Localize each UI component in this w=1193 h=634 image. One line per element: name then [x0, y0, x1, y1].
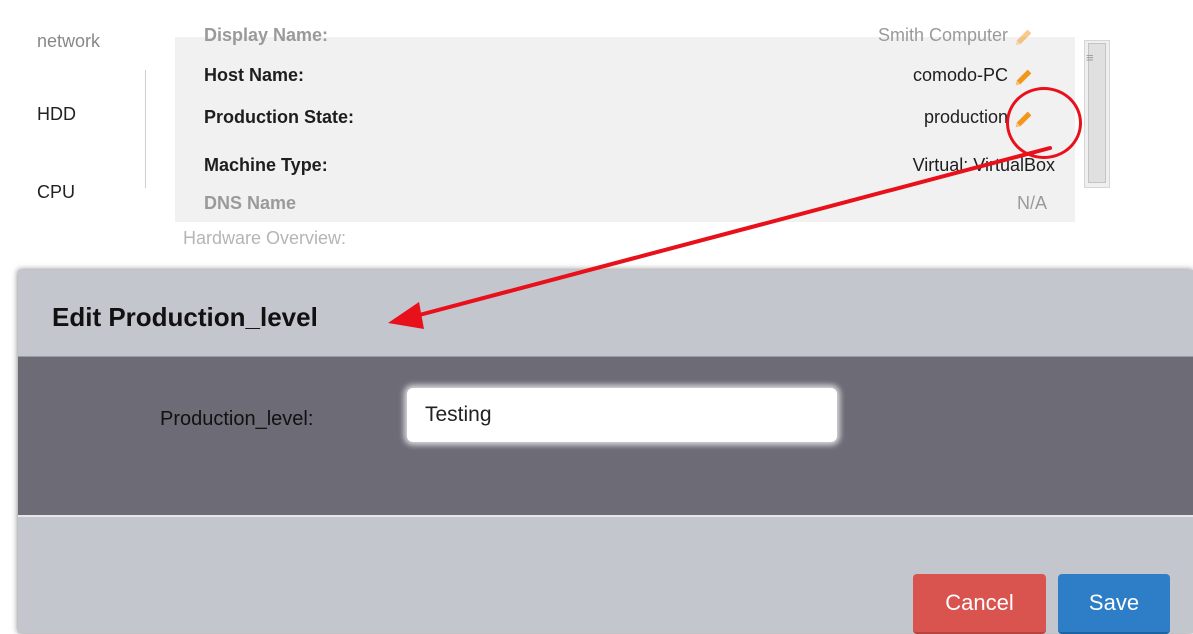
production-level-label: Production_level: [160, 408, 314, 430]
info-value: N/A [1016, 193, 1047, 213]
dialog-header: Edit Production_level [18, 270, 1193, 357]
callout-circle [1006, 87, 1082, 159]
production-level-input[interactable] [407, 388, 837, 442]
dialog-body: Production_level: [18, 357, 1193, 517]
info-row-machine-type: Machine Type: Virtual: VirtualBox [175, 155, 1065, 185]
nav-item-cpu[interactable]: CPU [37, 182, 75, 203]
info-value: production [923, 107, 1008, 127]
device-details-panel: network HDD CPU Display Name: Smith Comp… [0, 0, 1193, 270]
info-row-dns-name: DNS Name N/A [175, 193, 1065, 223]
pencil-icon[interactable] [1013, 66, 1035, 88]
nav-divider [145, 70, 146, 188]
info-label: Display Name: [204, 25, 329, 45]
info-label: Machine Type: [204, 155, 328, 175]
save-button[interactable]: Save [1058, 574, 1170, 634]
info-value: comodo-PC [912, 65, 1008, 85]
info-row-host-name: Host Name: comodo-PC [175, 65, 1065, 95]
cancel-button[interactable]: Cancel [913, 574, 1046, 634]
info-value: Smith Computer [877, 25, 1008, 45]
dialog-title: Edit Production_level [52, 302, 318, 332]
info-label: Host Name: [204, 65, 305, 85]
device-info-list: Display Name: Smith Computer Host Name: … [175, 25, 1075, 223]
grip-icon: ≡ [1086, 50, 1094, 65]
info-label: Production State: [204, 107, 355, 127]
info-label: DNS Name [204, 193, 297, 213]
info-value: Virtual: VirtualBox [912, 155, 1055, 175]
nav-item-network[interactable]: network [37, 31, 100, 52]
hardware-overview-heading: Hardware Overview: [183, 228, 347, 248]
info-row-production-state: Production State: production [175, 107, 1065, 137]
side-nav: network HDD CPU [0, 0, 145, 270]
info-row-display-name: Display Name: Smith Computer [175, 25, 1065, 55]
dialog-footer: Cancel Save [18, 517, 1193, 634]
pencil-icon[interactable] [1013, 26, 1035, 48]
edit-dialog: Edit Production_level Production_level: … [18, 270, 1193, 634]
nav-item-hdd[interactable]: HDD [37, 104, 76, 125]
